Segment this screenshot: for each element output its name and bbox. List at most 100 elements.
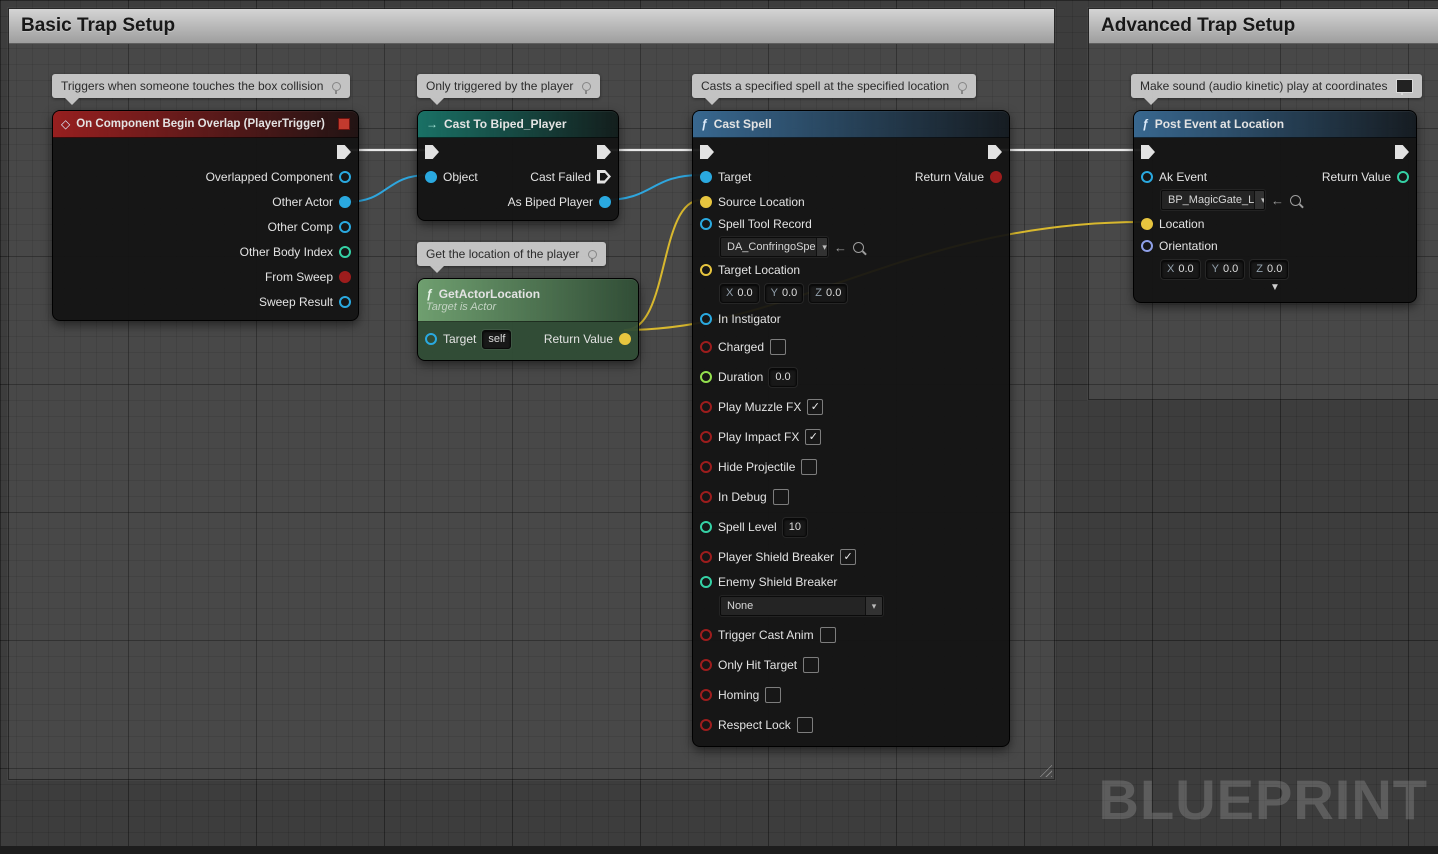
- bubble-pin-icon[interactable]: [332, 81, 342, 94]
- charged-checkbox[interactable]: [770, 339, 787, 355]
- overlapped-component-pin[interactable]: [339, 170, 351, 183]
- exec-out-pin[interactable]: [337, 145, 351, 159]
- pin-label: Cast Failed: [530, 169, 591, 184]
- node-begin-overlap[interactable]: ◇ On Component Begin Overlap (PlayerTrig…: [52, 110, 359, 321]
- pin-label: Homing: [718, 688, 760, 702]
- hide-projectile-pin[interactable]: [700, 461, 712, 473]
- return-value-pin[interactable]: [619, 333, 631, 345]
- other-comp-pin[interactable]: [339, 220, 351, 233]
- in-debug-checkbox[interactable]: [772, 489, 789, 505]
- duration-pin[interactable]: [700, 371, 712, 383]
- node-cast-to-player[interactable]: → Cast To Biped_Player Object Cast Faile…: [417, 110, 619, 221]
- player-shield-breaker-checkbox[interactable]: ✓: [840, 549, 857, 565]
- node-comment-bubble: Triggers when someone touches the box co…: [52, 74, 351, 105]
- node-comment-bubble: Make sound (audio kinetic) play at coord…: [1131, 74, 1423, 105]
- target-location-pin[interactable]: [700, 264, 712, 276]
- trigger-cast-anim-pin[interactable]: [700, 629, 712, 641]
- spell-level-pin[interactable]: [700, 521, 712, 533]
- pin-label: Spell Tool Record: [718, 217, 812, 231]
- other-actor-pin[interactable]: [339, 195, 351, 208]
- exec-out-pin[interactable]: [1395, 145, 1409, 159]
- orientation-y-field[interactable]: Y 0.0: [1205, 259, 1245, 279]
- play-impact-fx-pin[interactable]: [700, 431, 712, 443]
- charged-pin[interactable]: [700, 341, 712, 353]
- source-location-pin[interactable]: [700, 195, 712, 208]
- ak-event-pin[interactable]: [1141, 170, 1153, 183]
- return-value-pin[interactable]: [990, 170, 1002, 183]
- homing-checkbox[interactable]: [765, 687, 782, 703]
- pin-label: Location: [1159, 216, 1205, 231]
- trigger-cast-anim-checkbox[interactable]: [819, 627, 836, 643]
- target-location-y-field[interactable]: Y 0.0: [764, 283, 804, 303]
- ak-event-dropdown[interactable]: BP_MagicGate_L ▾: [1161, 190, 1265, 210]
- exec-out-pin[interactable]: [988, 145, 1002, 159]
- browse-asset-icon[interactable]: [1290, 194, 1301, 206]
- target-location-x-field[interactable]: X 0.0: [720, 283, 759, 303]
- node-header[interactable]: ◇ On Component Begin Overlap (PlayerTrig…: [53, 111, 358, 138]
- as-biped-player-pin[interactable]: [599, 195, 611, 208]
- bubble-pin-icon[interactable]: [588, 249, 598, 262]
- play-muzzle-fx-pin[interactable]: [700, 401, 712, 413]
- target-location-z-field[interactable]: Z 0.0: [809, 283, 848, 303]
- player-shield-breaker-pin[interactable]: [700, 551, 712, 563]
- other-body-index-pin[interactable]: [339, 245, 351, 258]
- hide-projectile-checkbox[interactable]: [801, 459, 818, 475]
- node-header[interactable]: → Cast To Biped_Player: [418, 111, 618, 138]
- location-pin[interactable]: [1141, 217, 1153, 230]
- node-get-actor-location[interactable]: ƒ GetActorLocation Target is Actor Targe…: [417, 278, 639, 361]
- cast-arrow-icon: →: [426, 117, 438, 131]
- target-pin[interactable]: [425, 333, 437, 345]
- delegate-pin[interactable]: [338, 118, 350, 130]
- exec-in-pin[interactable]: [425, 145, 439, 159]
- exec-in-pin[interactable]: [700, 145, 714, 159]
- return-value-pin[interactable]: [1397, 170, 1409, 183]
- object-pin[interactable]: [425, 170, 437, 183]
- enemy-shield-breaker-pin[interactable]: [700, 576, 712, 588]
- in-debug-pin[interactable]: [700, 491, 712, 503]
- node-cast-spell[interactable]: ƒ Cast Spell Target Return Value Source …: [692, 110, 1010, 747]
- spell-tool-record-dropdown[interactable]: DA_ConfringoSpe ▾: [720, 237, 828, 257]
- target-self-field[interactable]: self: [482, 329, 512, 349]
- only-hit-target-checkbox[interactable]: [803, 657, 820, 673]
- node-header[interactable]: ƒ Cast Spell: [693, 111, 1009, 138]
- browse-asset-icon[interactable]: [853, 241, 864, 253]
- exec-out-pin[interactable]: [597, 145, 611, 159]
- pin-label: Source Location: [718, 194, 805, 209]
- homing-pin[interactable]: [700, 689, 712, 701]
- collapse-advanced-pins-button[interactable]: ▼: [1134, 282, 1416, 296]
- play-muzzle-fx-checkbox[interactable]: ✓: [807, 399, 824, 415]
- pin-label: Other Body Index: [239, 244, 333, 259]
- use-selected-asset-icon[interactable]: ←: [1271, 194, 1284, 207]
- respect-lock-pin[interactable]: [700, 719, 712, 731]
- bubble-pin-icon[interactable]: [1396, 79, 1414, 95]
- use-selected-asset-icon[interactable]: ←: [834, 241, 847, 254]
- orientation-z-field[interactable]: Z 0.0: [1250, 259, 1289, 279]
- play-impact-fx-checkbox[interactable]: ✓: [805, 429, 822, 445]
- orientation-x-field[interactable]: X 0.0: [1161, 259, 1200, 279]
- exec-in-pin[interactable]: [1141, 145, 1155, 159]
- bubble-pin-icon[interactable]: [582, 81, 592, 94]
- pin-label: Charged: [718, 340, 765, 354]
- only-hit-target-pin[interactable]: [700, 659, 712, 671]
- orientation-pin[interactable]: [1141, 240, 1153, 252]
- duration-field[interactable]: 0.0: [769, 367, 797, 387]
- pin-label: Enemy Shield Breaker: [718, 575, 838, 589]
- node-title: Cast Spell: [713, 117, 772, 131]
- from-sweep-pin[interactable]: [339, 270, 351, 283]
- chevron-down-icon: ▾: [1254, 191, 1264, 209]
- comment-title-basic[interactable]: Basic Trap Setup: [9, 9, 1054, 44]
- spell-level-field[interactable]: 10: [782, 517, 807, 537]
- target-pin[interactable]: [700, 170, 712, 183]
- comment-title-advanced[interactable]: Advanced Trap Setup: [1089, 9, 1438, 44]
- resize-grip[interactable]: [1038, 763, 1052, 777]
- sweep-result-pin[interactable]: [339, 295, 351, 308]
- spell-tool-record-pin[interactable]: [700, 218, 712, 230]
- node-header[interactable]: ƒ GetActorLocation Target is Actor: [418, 279, 638, 322]
- node-post-event[interactable]: ƒ Post Event at Location Ak Event Return…: [1133, 110, 1417, 303]
- node-header[interactable]: ƒ Post Event at Location: [1134, 111, 1416, 138]
- cast-failed-pin[interactable]: [597, 170, 611, 184]
- in-instigator-pin[interactable]: [700, 313, 712, 325]
- bubble-pin-icon[interactable]: [958, 81, 968, 94]
- enemy-shield-breaker-dropdown[interactable]: None ▾: [720, 596, 883, 616]
- respect-lock-checkbox[interactable]: [796, 717, 813, 733]
